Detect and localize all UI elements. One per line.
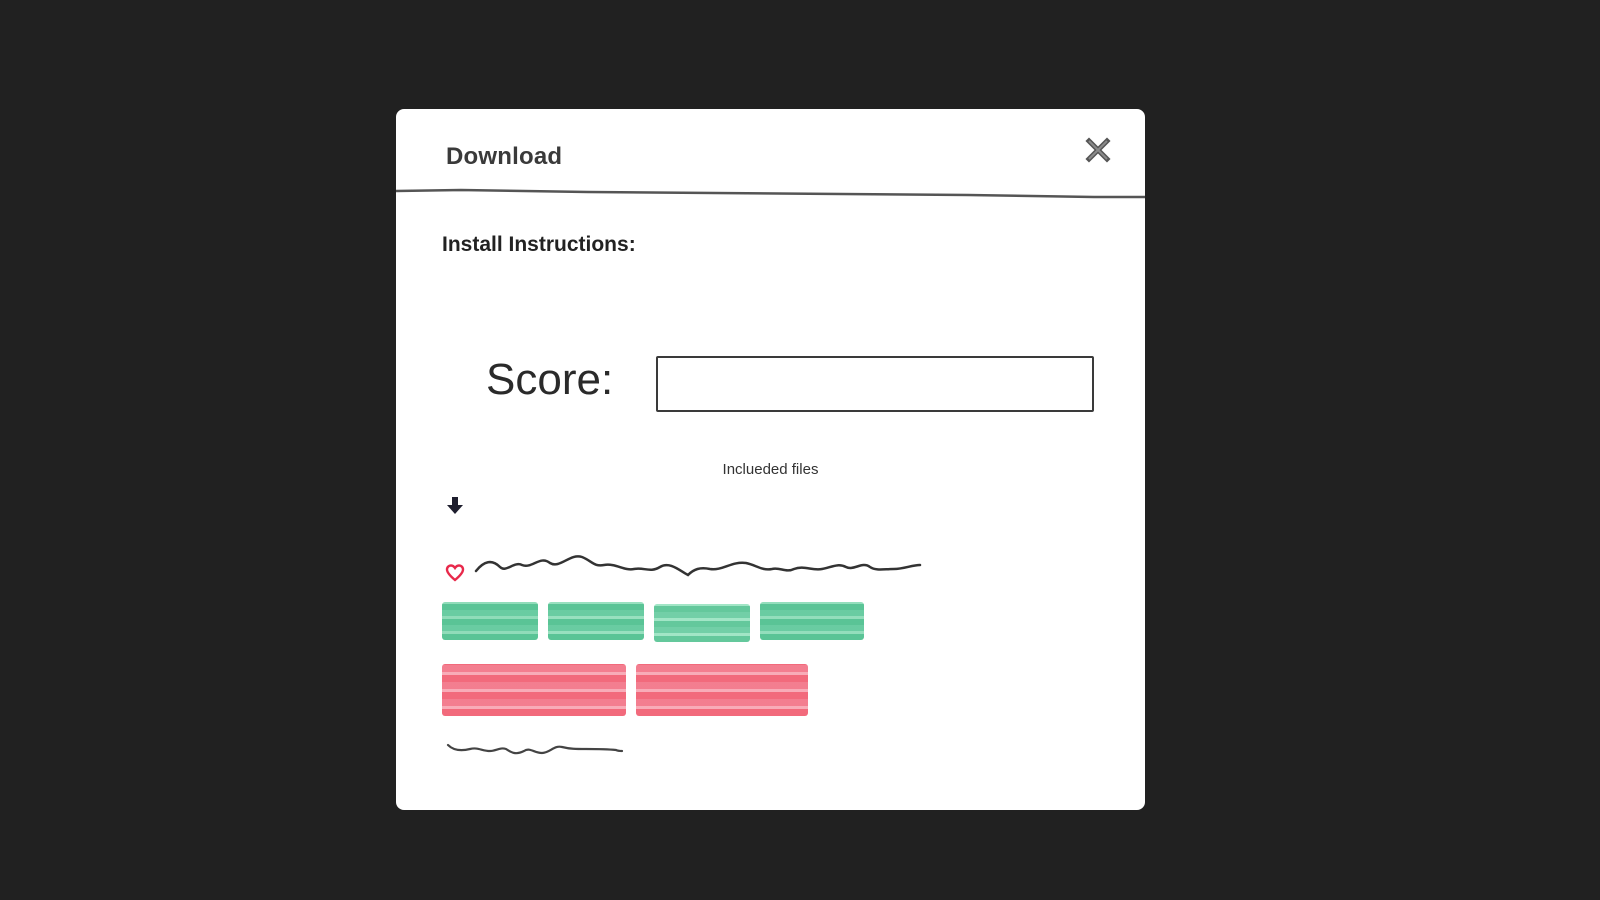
redacted-tag <box>442 664 626 716</box>
redacted-tag <box>442 602 538 640</box>
score-input[interactable] <box>656 356 1094 412</box>
included-files-caption: Inclueded files <box>722 461 819 478</box>
redacted-footer-text <box>446 743 624 755</box>
install-instructions-heading: Install Instructions: <box>442 233 636 256</box>
redacted-tag <box>548 602 644 640</box>
heart-icon[interactable] <box>445 563 465 583</box>
download-arrow-icon[interactable] <box>446 495 464 517</box>
download-dialog: Download Install Instructions: Score: In… <box>396 109 1145 810</box>
close-icon[interactable] <box>1083 135 1113 165</box>
dialog-title: Download <box>446 143 563 170</box>
redacted-tag <box>636 664 808 716</box>
redacted-file-name <box>474 555 922 577</box>
redacted-tag <box>654 604 750 642</box>
header-divider <box>396 188 1145 199</box>
score-label: Score: <box>486 355 614 404</box>
redacted-tag <box>760 602 864 640</box>
dialog-header: Download <box>396 109 1145 199</box>
